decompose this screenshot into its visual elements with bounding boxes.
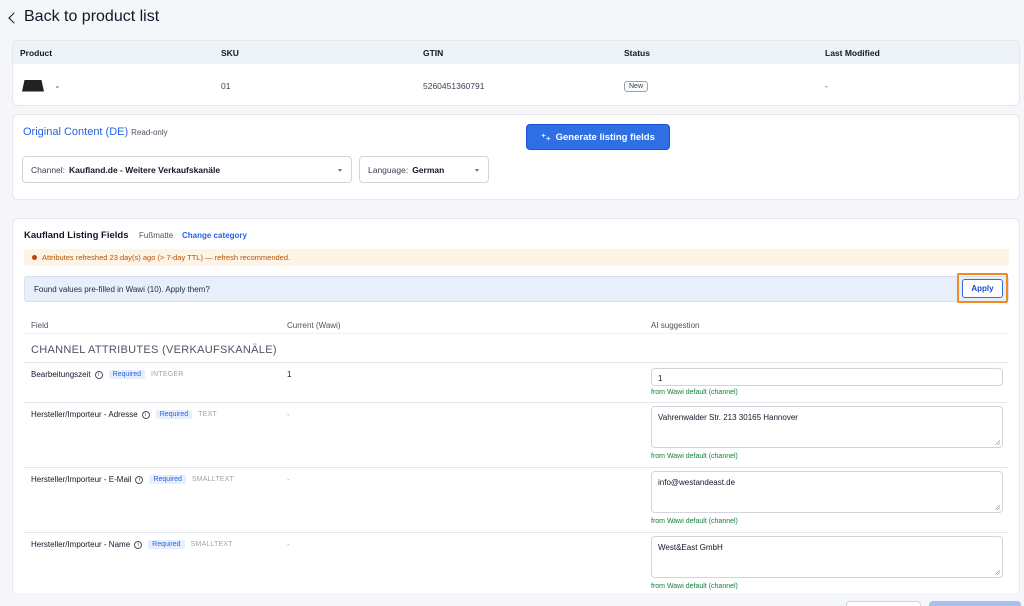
field-name: Hersteller/Importeur - Name — [31, 540, 131, 549]
current-value: - — [287, 475, 290, 484]
language-value: German — [412, 164, 445, 175]
field-name: Hersteller/Importeur - Adresse — [31, 410, 138, 419]
field-name: Bearbeitungszeit — [31, 370, 91, 379]
secondary-action-button[interactable] — [846, 601, 921, 606]
product-sku: 01 — [221, 80, 231, 91]
info-icon[interactable]: i — [134, 540, 143, 549]
category-label: Fußmatte — [139, 231, 174, 240]
channel-select[interactable]: Channel: Kaufland.de - Weitere Verkaufsk… — [22, 156, 352, 183]
field-type: SMALLTEXT — [190, 541, 233, 548]
ai-suggestion-textarea[interactable]: West&East GmbH — [651, 536, 1003, 578]
generate-listing-fields-button[interactable]: ⁺₊ Generate listing fields — [526, 124, 670, 150]
original-content-title: Original Content (DE) Read-only — [23, 126, 168, 138]
field-name: Hersteller/Importeur - E-Mail — [31, 475, 132, 484]
field-type: INTEGER — [151, 371, 184, 378]
warning-text: Attributes refreshed 23 day(s) ago (> 7-… — [42, 253, 291, 262]
fields-table-header: Field Current (Wawi) AI suggestion — [24, 318, 1009, 334]
field-type: SMALLTEXT — [191, 476, 235, 483]
product-table-header: Product SKU GTIN Status Last Modified — [13, 41, 1019, 64]
current-value: - — [287, 540, 290, 549]
field-name-cell: Hersteller/Importeur - E-Mail i Required… — [31, 475, 234, 484]
field-type: TEXT — [198, 411, 217, 418]
ai-suggestion-textarea[interactable]: info@westandeast.de — [651, 471, 1003, 513]
column-field: Field — [31, 321, 49, 330]
refresh-warning-banner: Attributes refreshed 23 day(s) ago (> 7-… — [24, 249, 1009, 266]
suggestion-source: from Wawi default (channel) — [651, 583, 738, 590]
prefill-notice-text: Found values pre-filled in Wawi (10). Ap… — [34, 284, 210, 294]
product-cell: - — [20, 75, 59, 96]
chevron-down-icon — [475, 169, 479, 172]
required-badge: Required — [108, 370, 146, 379]
product-gtin: 5260451360791 — [423, 80, 485, 91]
language-label: Language: — [368, 164, 409, 175]
product-summary-table: Product SKU GTIN Status Last Modified - … — [12, 40, 1020, 106]
required-badge: Required — [148, 540, 185, 549]
field-name-cell: Bearbeitungszeit i Required INTEGER — [31, 370, 184, 379]
chevron-down-icon — [338, 169, 342, 172]
required-badge: Required — [155, 410, 193, 419]
suggestion-source: from Wawi default (channel) — [651, 453, 738, 460]
info-icon[interactable]: i — [135, 475, 144, 484]
readonly-label: Read-only — [131, 128, 168, 137]
suggestion-source: from Wawi default (channel) — [651, 389, 738, 396]
original-content-panel: Original Content (DE) Read-only ⁺₊ Genera… — [12, 114, 1020, 200]
table-row: Bearbeitungszeit i Required INTEGER 1 1 … — [24, 362, 1009, 402]
info-icon[interactable]: i — [141, 410, 150, 419]
channel-label: Channel: — [31, 164, 66, 175]
ai-suggestion-textarea[interactable]: Vahrenwalder Str. 213 30165 Hannover — [651, 406, 1003, 448]
table-row: Hersteller/Importeur - E-Mail i Required… — [24, 467, 1009, 532]
warning-dot-icon — [32, 255, 37, 260]
suggestion-source: from Wawi default (channel) — [651, 518, 738, 525]
language-select[interactable]: Language: German — [359, 156, 489, 183]
header-product: Product — [20, 47, 53, 58]
current-value: 1 — [287, 370, 292, 379]
product-row: - 01 5260451360791 New - — [13, 64, 1019, 105]
header-gtin: GTIN — [423, 47, 444, 58]
field-name-cell: Hersteller/Importeur - Name i Required S… — [31, 540, 233, 549]
listing-fields-title: Kaufland Listing Fields — [24, 230, 129, 241]
apply-button[interactable]: Apply — [962, 279, 1003, 298]
header-sku: SKU — [221, 47, 239, 58]
product-last-modified: - — [825, 80, 828, 91]
product-name: - — [56, 80, 59, 91]
original-content-heading: Original Content (DE) — [23, 126, 129, 138]
ai-suggestion-input[interactable]: 1 — [651, 368, 1003, 386]
primary-action-button[interactable] — [929, 601, 1021, 606]
table-row: Hersteller/Importeur - Adresse i Require… — [24, 402, 1009, 467]
status-cell: New — [624, 80, 649, 92]
header-status: Status — [624, 47, 650, 58]
back-label: Back to product list — [24, 8, 160, 25]
field-name-cell: Hersteller/Importeur - Adresse i Require… — [31, 410, 217, 419]
back-to-product-list-link[interactable]: Back to product list — [8, 8, 160, 26]
column-ai-suggestion: AI suggestion — [651, 321, 700, 330]
change-category-link[interactable]: Change category — [182, 231, 247, 240]
prefill-notice-banner: Found values pre-filled in Wawi (10). Ap… — [24, 276, 1009, 302]
section-title: CHANNEL ATTRIBUTES (VERKAUFSKANÄLE) — [31, 344, 277, 356]
chevron-left-icon — [8, 11, 20, 24]
required-badge: Required — [149, 475, 186, 484]
header-last-modified: Last Modified — [825, 47, 880, 58]
current-value: - — [287, 410, 290, 419]
status-badge: New — [624, 80, 649, 92]
info-icon[interactable]: i — [94, 370, 103, 379]
sparkle-icon: ⁺₊ — [541, 131, 551, 142]
generate-button-label: Generate listing fields — [555, 131, 655, 143]
listing-fields-panel: Kaufland Listing Fields Fußmatte Change … — [12, 218, 1020, 606]
product-thumbnail — [20, 75, 46, 96]
channel-value: Kaufland.de - Weitere Verkaufskanäle — [69, 164, 221, 175]
column-current: Current (Wawi) — [287, 321, 341, 330]
